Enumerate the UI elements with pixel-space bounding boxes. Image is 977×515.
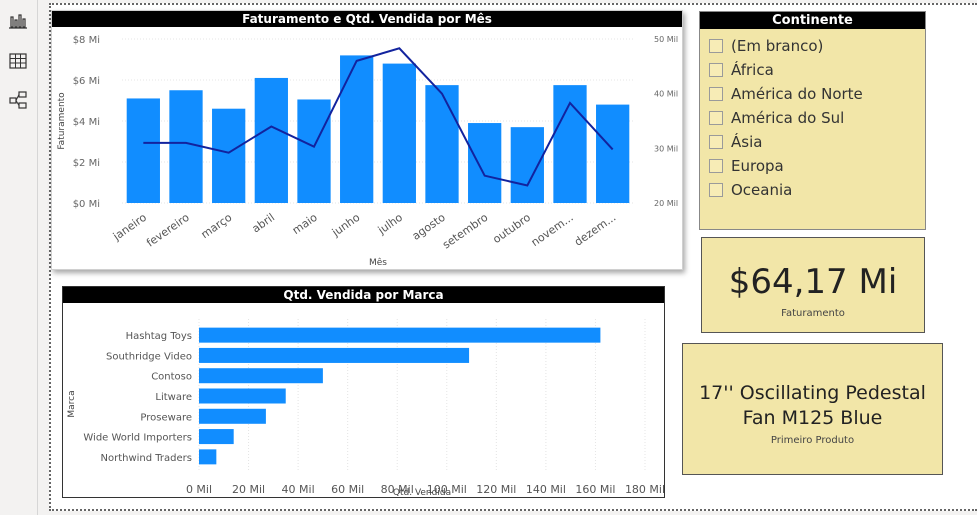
y2-tick-label: 50 Mil	[654, 35, 678, 44]
x-tick-label: fevereiro	[144, 211, 192, 250]
checkbox[interactable]	[709, 135, 723, 149]
y-tick-label: Contoso	[151, 372, 192, 383]
bar	[199, 347, 470, 363]
y-tick-label: Southridge Video	[106, 351, 192, 362]
bar	[199, 429, 234, 445]
y-tick-label: $4 Mi	[73, 117, 100, 128]
bar	[126, 98, 160, 203]
y-axis-title: Faturamento	[57, 92, 67, 150]
x-tick-label: 140 Mil	[526, 483, 566, 496]
slicer-item[interactable]: África	[709, 60, 774, 80]
x-tick-label: outubro	[490, 211, 533, 246]
y-tick-label: $2 Mi	[73, 158, 100, 169]
table-view-icon[interactable]	[8, 51, 28, 71]
model-view-icon[interactable]	[8, 90, 28, 110]
bar	[382, 63, 416, 203]
slicer-item[interactable]: Ásia	[709, 132, 762, 152]
slicer-item-label: (Em branco)	[731, 37, 824, 55]
x-tick-label: 0 Mil	[186, 483, 212, 496]
x-tick-label: dezem...	[572, 211, 618, 249]
checkbox[interactable]	[709, 87, 723, 101]
slicer-item-label: África	[731, 61, 774, 79]
slicer-item-label: Europa	[731, 157, 784, 175]
checkbox[interactable]	[709, 183, 723, 197]
slicer-title: Continente	[700, 12, 925, 29]
x-tick-label: abril	[250, 211, 277, 236]
y-tick-label: Proseware	[140, 412, 192, 423]
product-name-line1: 17'' Oscillating Pedestal	[699, 382, 926, 404]
bar	[199, 408, 266, 424]
x-axis-title: Qtd. Vendida	[393, 488, 451, 498]
checkbox[interactable]	[709, 39, 723, 53]
view-switcher-rail	[0, 0, 38, 515]
bar	[199, 368, 323, 384]
slicer-item-label: Ásia	[731, 133, 763, 151]
bar	[425, 85, 459, 203]
monthly-combo-chart[interactable]: Faturamento e Qtd. Vendida por Mês $0 Mi…	[51, 10, 683, 270]
x-tick-label: novem...	[529, 211, 576, 249]
slicer-item-label: América do Sul	[731, 109, 845, 127]
checkbox[interactable]	[709, 159, 723, 173]
bar	[468, 123, 502, 203]
x-tick-label: 180 Mil	[625, 483, 665, 496]
monthly-chart-plot: $0 Mi $2 Mi $4 Mi $6 Mi $8 Mi 20 Mil 30 Mil 40 …	[57, 35, 678, 268]
x-tick-label: julho	[375, 211, 405, 238]
bar	[340, 55, 374, 204]
x-tick-label: 20 Mil	[232, 483, 265, 496]
x-tick-label: setembro	[440, 211, 491, 252]
slicer-item[interactable]: Europa	[709, 156, 784, 176]
x-tick-label: 120 Mil	[476, 483, 516, 496]
x-tick-label: agosto	[410, 211, 448, 243]
bar	[254, 77, 288, 203]
checkbox[interactable]	[709, 111, 723, 125]
y2-tick-label: 20 Mil	[654, 199, 678, 208]
first-product-card[interactable]: 17'' Oscillating Pedestal Fan M125 Blue …	[682, 343, 943, 475]
bar	[169, 90, 203, 203]
bar	[212, 108, 246, 203]
slicer-item[interactable]: (Em branco)	[709, 36, 823, 56]
x-tick-label: junho	[329, 211, 363, 240]
y-axis-title: Marca	[67, 390, 77, 417]
y2-tick-label: 40 Mil	[654, 90, 678, 99]
x-tick-label: 60 Mil	[331, 483, 364, 496]
product-label: Primeiro Produto	[770, 435, 855, 446]
product-name-line2: Fan M125 Blue	[742, 407, 883, 429]
brand-chart-plot: 0 Mil 20 Mil 40 Mil 60 Mil 80 Mil 100 Mil 120 …	[67, 319, 665, 498]
revenue-value: $64,17 Mi	[728, 262, 898, 302]
bar	[199, 388, 286, 404]
chart-title: Faturamento e Qtd. Vendida por Mês	[52, 11, 682, 27]
checkbox[interactable]	[709, 63, 723, 77]
continent-slicer[interactable]: Continente (Em branco) África América do N…	[699, 11, 926, 230]
brand-bar-chart[interactable]: Qtd. Vendida por Marca 0 Mil 20 Mil 40 Mil…	[62, 286, 665, 498]
bar	[297, 99, 331, 203]
bar	[199, 449, 217, 465]
y-tick-label: Northwind Traders	[101, 453, 193, 464]
slicer-item[interactable]: América do Norte	[709, 84, 863, 104]
bar	[596, 104, 630, 203]
y-tick-label: $8 Mi	[73, 35, 100, 46]
y-tick-label: Hashtag Toys	[126, 331, 192, 342]
revenue-label: Faturamento	[781, 308, 845, 319]
slicer-item-label: Oceania	[731, 181, 793, 199]
y-tick-label: Litware	[155, 392, 192, 403]
chart-title: Qtd. Vendida por Marca	[63, 287, 664, 303]
y-tick-label: Wide World Importers	[83, 433, 192, 444]
report-view-icon[interactable]	[8, 11, 28, 31]
x-tick-label: maio	[290, 211, 320, 237]
bar	[199, 327, 601, 343]
revenue-card[interactable]: $64,17 Mi Faturamento	[701, 237, 925, 333]
y-tick-label: $0 Mi	[73, 199, 100, 210]
x-tick-label: 160 Mil	[575, 483, 615, 496]
x-axis-title: Mês	[369, 257, 387, 268]
x-tick-label: março	[199, 211, 235, 242]
slicer-item-label: América do Norte	[731, 85, 863, 103]
slicer-item[interactable]: América do Sul	[709, 108, 844, 128]
x-tick-label: 40 Mil	[282, 483, 315, 496]
y-tick-label: $6 Mi	[73, 76, 100, 87]
slicer-item[interactable]: Oceania	[709, 180, 792, 200]
y2-tick-label: 30 Mil	[654, 144, 678, 153]
